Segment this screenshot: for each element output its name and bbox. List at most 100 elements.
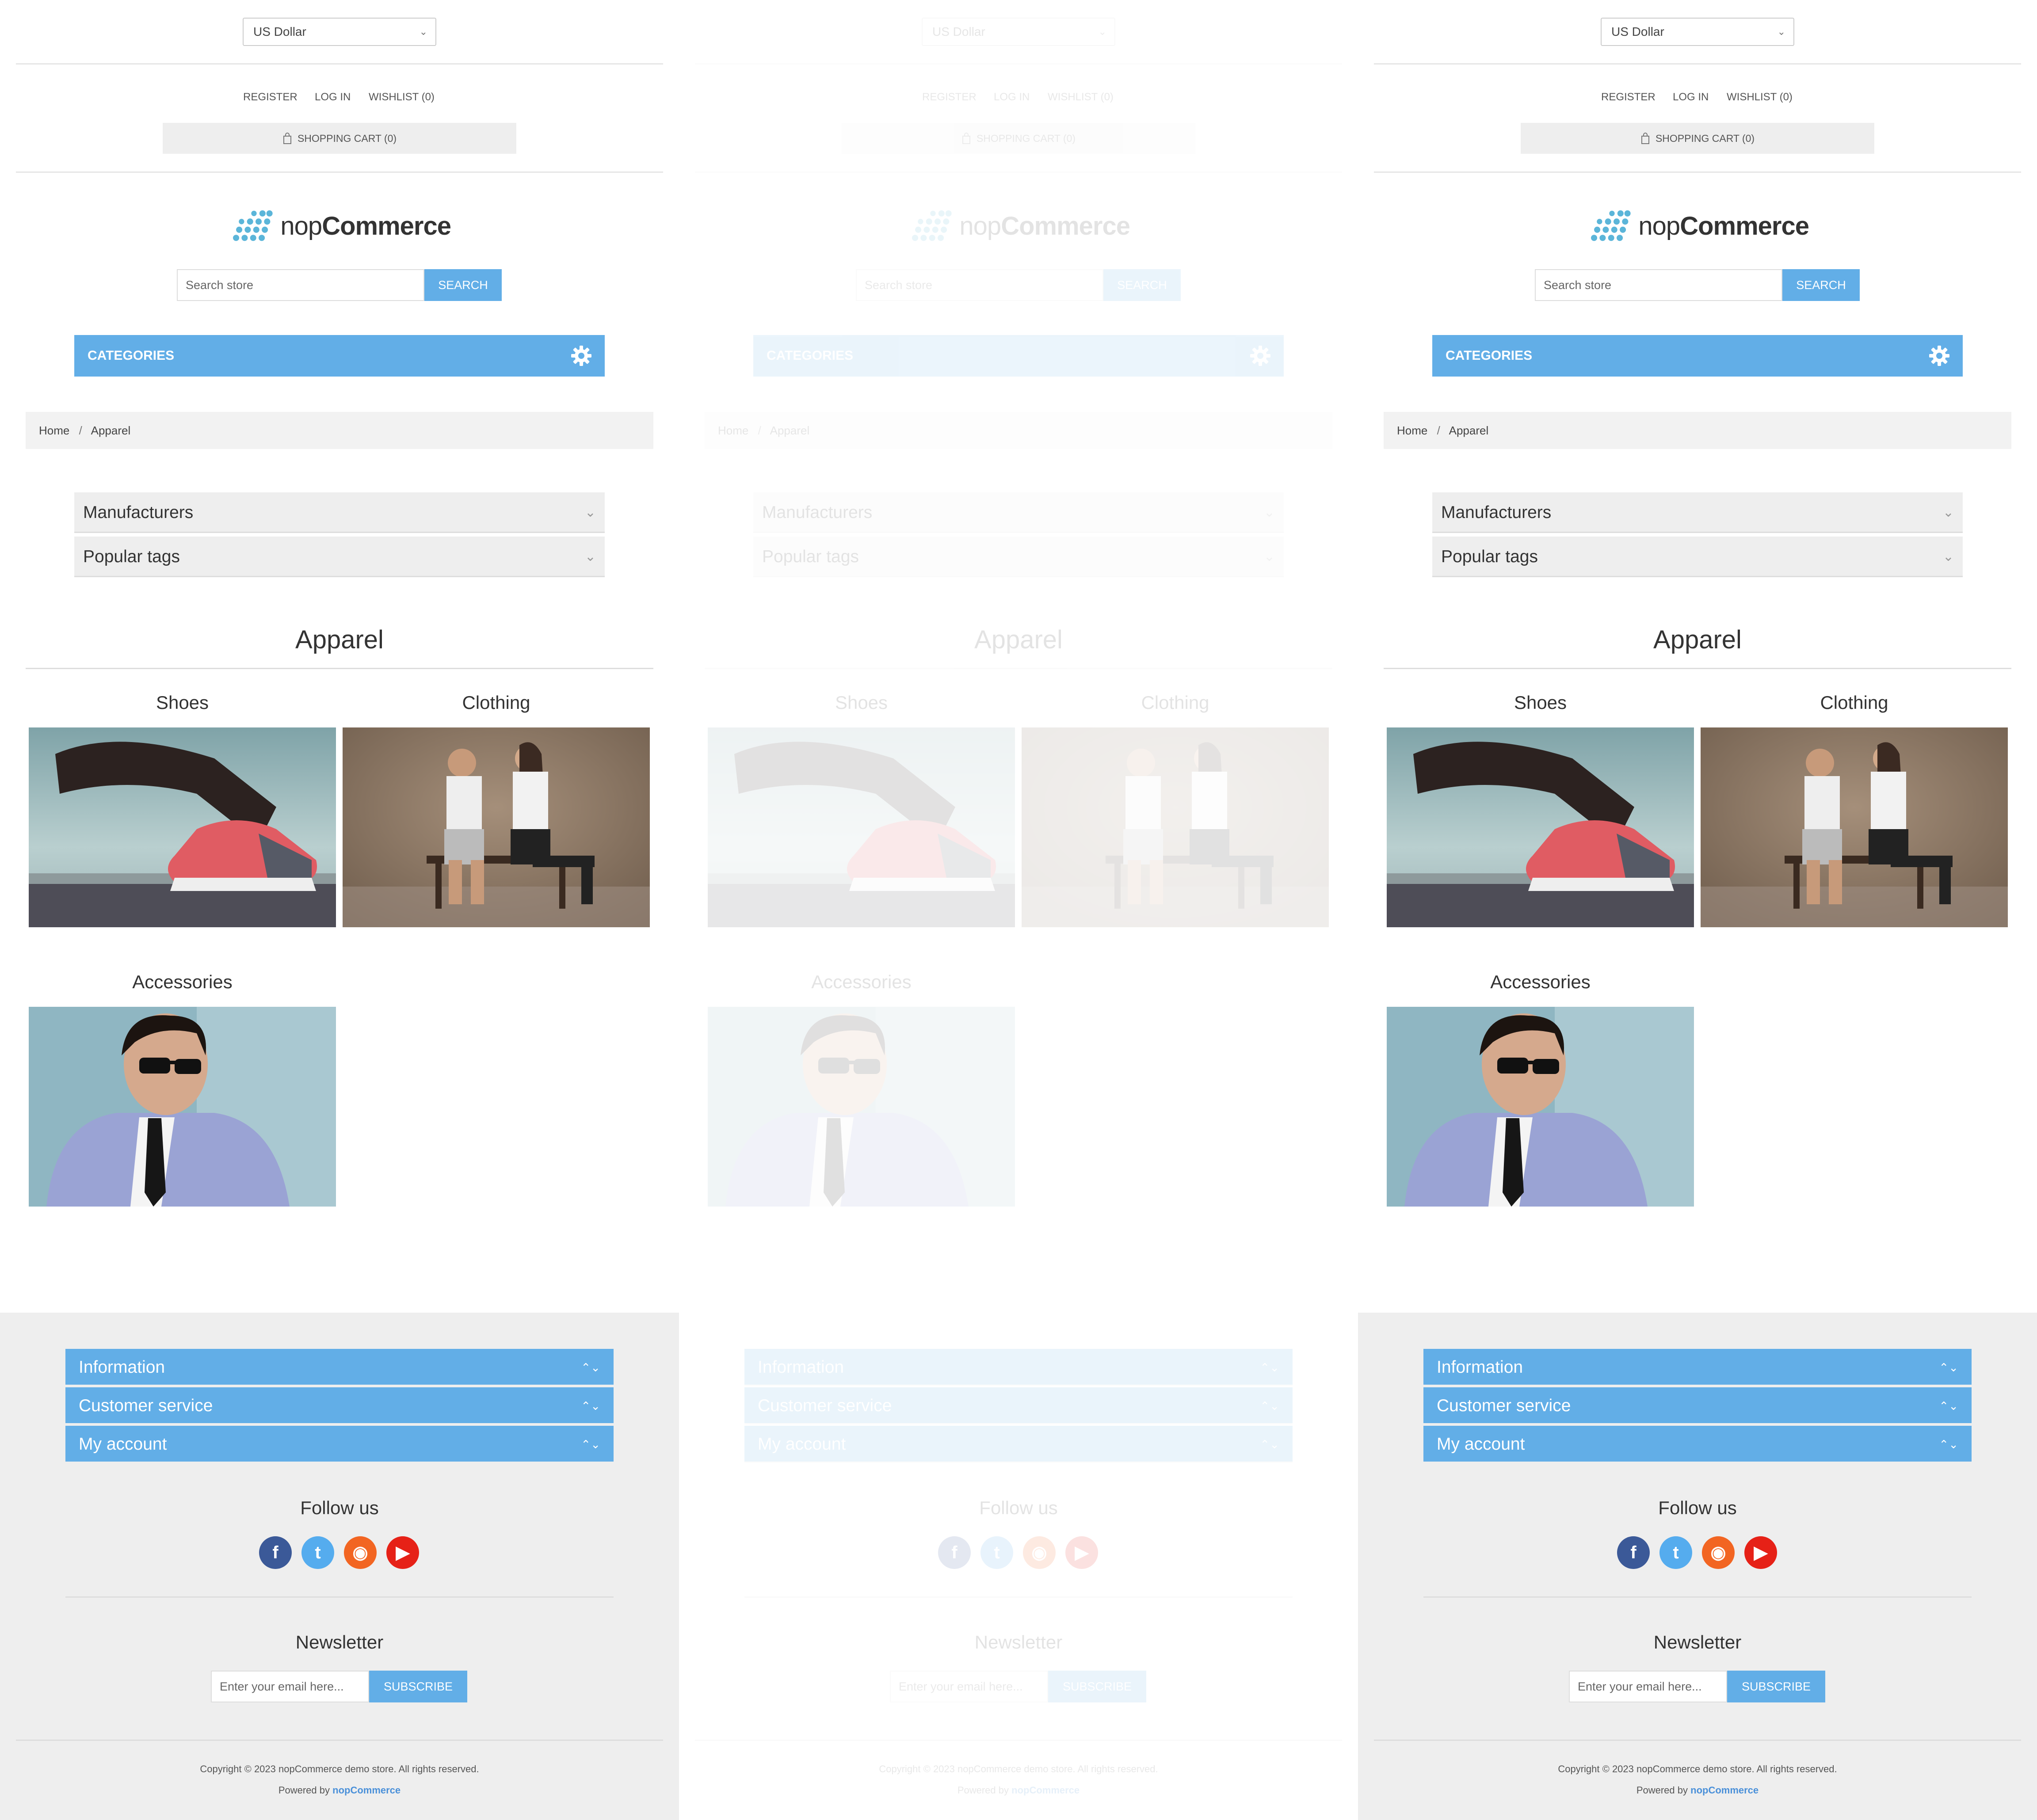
wishlist-link[interactable]: WISHLIST (0) (1048, 91, 1114, 103)
subcategory-image-shoes[interactable] (29, 727, 336, 927)
twitter-icon[interactable]: t (1659, 1536, 1692, 1569)
subcategory-title-shoes[interactable]: Shoes (708, 692, 1015, 713)
manufacturers-title: Manufacturers (762, 503, 873, 522)
breadcrumb-home-link[interactable]: Home (718, 424, 748, 437)
powered-by-label: Powered by (1636, 1785, 1688, 1796)
footer-section-label: Information (79, 1358, 165, 1377)
login-link[interactable]: LOG IN (1673, 91, 1709, 103)
subcategory-image-accessories[interactable] (708, 1007, 1015, 1207)
footer-section-my-account[interactable]: My account ⌃⌄ (65, 1426, 614, 1463)
gear-icon (1929, 346, 1949, 366)
panel-left: US Dollar ⌄ REGISTER LOG IN WISHLIST (0)… (0, 0, 679, 1820)
register-link[interactable]: REGISTER (243, 91, 298, 103)
subcategory-title-accessories[interactable]: Accessories (708, 971, 1015, 993)
footer-section-label: My account (758, 1435, 846, 1454)
footer-bottom-divider (16, 1740, 663, 1741)
search-button[interactable]: SEARCH (1103, 269, 1181, 301)
expand-collapse-icon: ⌃⌄ (581, 1438, 600, 1451)
register-link[interactable]: REGISTER (922, 91, 977, 103)
subcategory-image-clothing[interactable] (1022, 727, 1329, 927)
subcategory-title-shoes[interactable]: Shoes (1387, 692, 1694, 713)
popular-tags-block[interactable]: Popular tags ⌄ (1432, 537, 1963, 577)
expand-collapse-icon: ⌃⌄ (1260, 1399, 1279, 1413)
wishlist-link[interactable]: WISHLIST (0) (369, 91, 435, 103)
currency-select[interactable]: US Dollar ⌄ (1601, 18, 1794, 46)
login-link[interactable]: LOG IN (315, 91, 351, 103)
footer-section-my-account[interactable]: My account ⌃⌄ (1423, 1426, 1972, 1463)
subcategory-image-accessories[interactable] (1387, 1007, 1694, 1207)
search-button[interactable]: SEARCH (424, 269, 502, 301)
store-logo[interactable]: nopCommerce (909, 206, 1130, 246)
shopping-cart-link[interactable]: SHOPPING CART (0) (842, 123, 1195, 154)
login-link[interactable]: LOG IN (994, 91, 1030, 103)
breadcrumb-current: Apparel (1449, 424, 1489, 437)
popular-tags-block[interactable]: Popular tags ⌄ (74, 537, 605, 577)
footer-section-my-account[interactable]: My account ⌃⌄ (744, 1426, 1293, 1463)
facebook-icon[interactable]: f (259, 1536, 292, 1569)
subcategory-title-shoes[interactable]: Shoes (29, 692, 336, 713)
wishlist-link[interactable]: WISHLIST (0) (1727, 91, 1793, 103)
facebook-icon[interactable]: f (1617, 1536, 1650, 1569)
breadcrumb-home-link[interactable]: Home (1397, 424, 1427, 437)
categories-toggle[interactable]: CATEGORIES (74, 335, 605, 377)
subcategory-title-clothing[interactable]: Clothing (1022, 692, 1329, 713)
shopping-cart-link[interactable]: SHOPPING CART (0) (1521, 123, 1874, 154)
rss-icon[interactable]: ◉ (1023, 1536, 1056, 1569)
search-button[interactable]: SEARCH (1782, 269, 1860, 301)
store-logo[interactable]: nopCommerce (1588, 206, 1809, 246)
categories-toggle[interactable]: CATEGORIES (753, 335, 1284, 377)
search-input[interactable]: Search store (177, 269, 424, 301)
youtube-icon[interactable]: ▶ (386, 1536, 419, 1569)
manufacturers-block[interactable]: Manufacturers ⌄ (1432, 492, 1963, 533)
powered-by: Powered by nopCommerce (0, 1785, 679, 1796)
shopping-cart-link[interactable]: SHOPPING CART (0) (163, 123, 516, 154)
powered-by-link[interactable]: nopCommerce (332, 1785, 401, 1796)
powered-by-link[interactable]: nopCommerce (1011, 1785, 1080, 1796)
subscribe-button[interactable]: SUBSCRIBE (1048, 1671, 1146, 1702)
subscribe-button[interactable]: SUBSCRIBE (1727, 1671, 1825, 1702)
newsletter-heading: Newsletter (295, 1632, 384, 1652)
newsletter-email-input[interactable]: Enter your email here... (211, 1671, 369, 1702)
subcategory-image-shoes[interactable] (1387, 727, 1694, 927)
subcategory-title-clothing[interactable]: Clothing (1701, 692, 2008, 713)
footer-section-label: Customer service (79, 1396, 213, 1415)
subcategory-title-clothing[interactable]: Clothing (343, 692, 650, 713)
search-input[interactable]: Search store (1535, 269, 1782, 301)
search-input[interactable]: Search store (856, 269, 1103, 301)
subscribe-button[interactable]: SUBSCRIBE (369, 1671, 467, 1702)
breadcrumb-home-link[interactable]: Home (39, 424, 69, 437)
subcategory-image-accessories[interactable] (29, 1007, 336, 1207)
subcategory-title-accessories[interactable]: Accessories (1387, 971, 1694, 993)
twitter-icon[interactable]: t (980, 1536, 1013, 1569)
youtube-icon[interactable]: ▶ (1744, 1536, 1777, 1569)
twitter-icon[interactable]: t (301, 1536, 334, 1569)
register-link[interactable]: REGISTER (1601, 91, 1656, 103)
footer-section-information[interactable]: Information ⌃⌄ (1423, 1349, 1972, 1386)
youtube-icon[interactable]: ▶ (1065, 1536, 1098, 1569)
categories-toggle[interactable]: CATEGORIES (1432, 335, 1963, 377)
subcategory-image-shoes[interactable] (708, 727, 1015, 927)
manufacturers-block[interactable]: Manufacturers ⌄ (753, 492, 1284, 533)
powered-by-link[interactable]: nopCommerce (1690, 1785, 1759, 1796)
subcategory-image-clothing[interactable] (343, 727, 650, 927)
rss-icon[interactable]: ◉ (344, 1536, 377, 1569)
newsletter-email-input[interactable]: Enter your email here... (890, 1671, 1048, 1702)
popular-tags-block[interactable]: Popular tags ⌄ (753, 537, 1284, 577)
subcategory-title-accessories[interactable]: Accessories (29, 971, 336, 993)
newsletter-email-input[interactable]: Enter your email here... (1569, 1671, 1727, 1702)
subcategory-image-clothing[interactable] (1701, 727, 2008, 927)
store-logo[interactable]: nopCommerce (230, 206, 451, 246)
footer-section-information[interactable]: Information ⌃⌄ (65, 1349, 614, 1386)
manufacturers-block[interactable]: Manufacturers ⌄ (74, 492, 605, 533)
footer-section-customer-service[interactable]: Customer service ⌃⌄ (65, 1387, 614, 1424)
rss-icon[interactable]: ◉ (1702, 1536, 1735, 1569)
page-title: Apparel (974, 625, 1063, 654)
footer-section-customer-service[interactable]: Customer service ⌃⌄ (744, 1387, 1293, 1424)
comparison-stage: US Dollar ⌄ REGISTER LOG IN WISHLIST (0)… (0, 0, 2037, 1820)
currency-select[interactable]: US Dollar ⌄ (243, 18, 436, 46)
breadcrumb-separator: / (1437, 424, 1440, 437)
facebook-icon[interactable]: f (938, 1536, 971, 1569)
footer-section-customer-service[interactable]: Customer service ⌃⌄ (1423, 1387, 1972, 1424)
currency-select[interactable]: US Dollar ⌄ (922, 18, 1115, 46)
footer-section-information[interactable]: Information ⌃⌄ (744, 1349, 1293, 1386)
